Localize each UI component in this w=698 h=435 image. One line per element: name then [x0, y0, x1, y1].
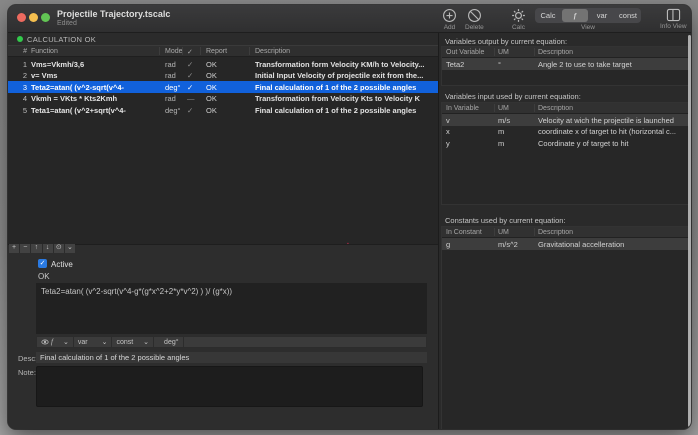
col-header-num[interactable]: # — [12, 48, 27, 55]
title-bar: Projectile Trajectory.tscalc Edited Add … — [8, 5, 691, 33]
action-circle-icon: ⊙ — [55, 244, 62, 251]
plus-icon: + — [12, 244, 17, 251]
output-variables-table: Out Variable UM Description Teta2 ° Angl… — [441, 46, 690, 86]
remove-row-button[interactable]: − — [20, 244, 32, 253]
zoom-window-button[interactable] — [41, 13, 50, 22]
close-window-button[interactable] — [17, 13, 26, 22]
view-segmented-control: Calc f var const View — [535, 8, 641, 31]
active-checkbox[interactable]: ✓ — [38, 259, 47, 268]
status-ok-icon — [17, 36, 23, 42]
function-row-3-selected[interactable]: 3 Teta2=atan( (v^2-sqrt(v^4- deg° ✓ OK F… — [8, 81, 438, 93]
view-segment-f[interactable]: f — [562, 9, 588, 22]
description-field[interactable]: Final calculation of 1 of the 2 possible… — [36, 351, 427, 363]
constant-row-g[interactable]: g m/s^2 Gravitational accelleration — [442, 238, 689, 250]
const-dropdown[interactable]: const ⌄ — [112, 337, 155, 347]
app-window: Projectile Trajectory.tscalc Edited Add … — [8, 5, 691, 429]
chevron-down-icon: ⌄ — [62, 339, 69, 346]
split-view-icon — [666, 8, 681, 22]
calculation-status-text: CALCULATION OK — [27, 35, 97, 44]
function-dropdown[interactable]: f ⌄ — [37, 337, 74, 347]
output-variables-title: Variables output by current equation: — [445, 37, 568, 46]
minus-icon: − — [23, 244, 28, 251]
input-variables-title: Variables input used by current equation… — [445, 92, 581, 101]
col-header-check[interactable]: ✓ — [187, 48, 193, 56]
calc-button[interactable]: Calc — [511, 8, 526, 31]
function-table-header: # Function Mode ✓ Report Description — [8, 45, 438, 57]
view-label: View — [581, 24, 595, 31]
functions-pane: CALCULATION OK # Function Mode ✓ Report … — [8, 33, 438, 429]
arrow-down-icon: ↓ — [45, 244, 50, 251]
view-segment-const[interactable]: const — [615, 8, 641, 23]
input-variable-row-x[interactable]: x m coordinate x of target to hit (horiz… — [442, 126, 689, 138]
function-row-1[interactable]: 1 Vms=Vkmh/3,6 rad ✓ OK Transformation f… — [8, 58, 438, 70]
formula-toolbar: f ⌄ var ⌄ const ⌄ deg° — [36, 336, 427, 348]
chevron-down-icon: ⌄ — [143, 339, 150, 346]
input-variables-table: In Variable UM Description v m/s Velocit… — [441, 102, 690, 205]
action-menu-button[interactable]: ⊙ — [54, 244, 65, 253]
info-view-button[interactable]: Info View — [660, 8, 687, 30]
minimize-window-button[interactable] — [29, 13, 38, 22]
col-header-mode[interactable]: Mode — [165, 48, 183, 55]
constants-title: Constants used by current equation: — [445, 216, 566, 225]
document-edited-badge: Edited — [57, 20, 77, 27]
view-segment-calc[interactable]: Calc — [535, 8, 561, 23]
add-row-button[interactable]: + — [9, 244, 21, 253]
move-down-button[interactable]: ↓ — [43, 244, 54, 253]
function-row-5[interactable]: 5 Teta1=atan( (v^2+sqrt(v^4- deg° ✓ OK F… — [8, 104, 438, 116]
delete-button[interactable]: Delete — [465, 8, 484, 31]
col-header-function[interactable]: Function — [31, 48, 58, 55]
var-dropdown[interactable]: var ⌄ — [74, 337, 113, 347]
calculation-status-bar: CALCULATION OK — [8, 33, 438, 45]
function-table-body: 1 Vms=Vkmh/3,6 rad ✓ OK Transformation f… — [8, 58, 438, 116]
desc-label: Desc: — [18, 353, 38, 363]
arrow-up-icon: ↑ — [34, 244, 39, 251]
input-variable-row-v[interactable]: v m/s Velocity at wich the projectile is… — [442, 114, 689, 126]
active-checkbox-label: Active — [51, 259, 73, 269]
col-header-report[interactable]: Report — [206, 48, 227, 55]
col-header-description[interactable]: Description — [255, 48, 290, 55]
input-variable-row-y[interactable]: y m Coordinate y of target to hit — [442, 137, 689, 149]
add-button[interactable]: Add — [442, 8, 457, 31]
output-variable-row[interactable]: Teta2 ° Angle 2 to use to take target — [442, 58, 689, 70]
note-label: Note: — [18, 368, 36, 377]
info-pane: Variables output by current equation: Ou… — [438, 33, 691, 429]
scrollbar[interactable] — [687, 35, 691, 427]
note-field[interactable] — [36, 366, 423, 407]
window-title: Projectile Trajectory.tscalc — [57, 9, 171, 19]
function-row-2[interactable]: 2 v= Vms rad ✓ OK Initial Input Velocity… — [8, 70, 438, 82]
output-table-header: Out Variable UM Description — [442, 47, 689, 58]
equation-result-status: OK — [38, 272, 50, 281]
constants-table-header: In Constant UM Description — [442, 227, 689, 238]
formula-input[interactable]: Teta2=atan( (v^2-sqrt(v^4-g*(g*x^2+2*y*v… — [36, 283, 427, 334]
equation-editor-panel: ✓ Active OK Teta2=atan( (v^2-sqrt(v^4-g*… — [8, 244, 438, 429]
constants-table: In Constant UM Description g m/s^2 Gravi… — [441, 226, 690, 429]
add-icon — [442, 8, 457, 23]
more-options-button[interactable]: ⌄ — [65, 244, 75, 253]
delete-icon — [467, 8, 482, 23]
input-table-header: In Variable UM Description — [442, 103, 689, 114]
move-up-button[interactable]: ↑ — [31, 244, 43, 253]
view-segment-var[interactable]: var — [589, 8, 615, 23]
chevron-down-icon: ⌄ — [67, 244, 73, 251]
list-edit-toolbar: + − ↑ ↓ ⊙ ⌄ — [9, 244, 75, 253]
deg-mode-button[interactable]: deg° — [160, 337, 184, 347]
eye-icon — [41, 339, 49, 345]
chevron-down-icon: ⌄ — [101, 339, 108, 346]
gear-icon — [511, 8, 526, 23]
function-row-4[interactable]: 4 Vkmh = VKts * Kts2Kmh rad — OK Transfo… — [8, 93, 438, 105]
